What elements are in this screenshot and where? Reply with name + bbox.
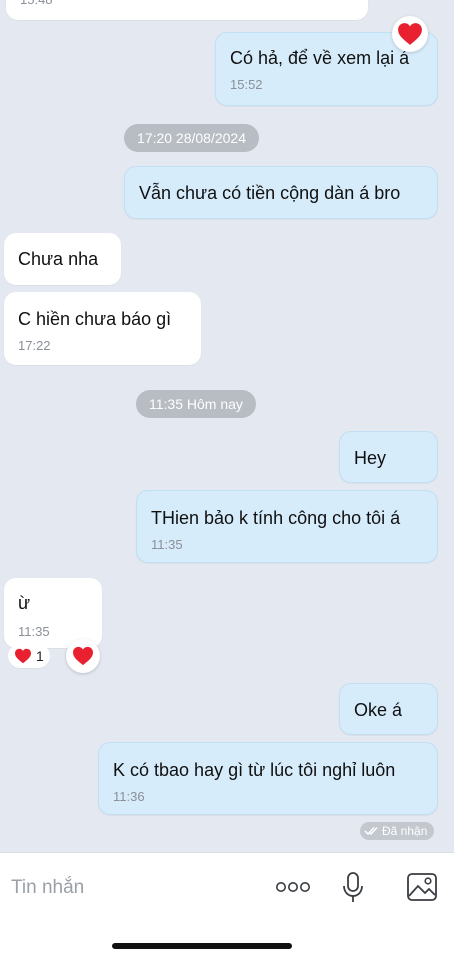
message-bubble-incoming[interactable]: ừ 11:35 xyxy=(4,578,102,648)
message-input[interactable]: Tin nhắn xyxy=(11,877,84,899)
chat-area[interactable]: 15:48 Có hả, để về xem lại á 15:52 17:20… xyxy=(0,0,454,852)
delivery-status-badge: Đã nhận xyxy=(360,822,435,840)
reaction-summary[interactable]: 1 xyxy=(8,644,50,668)
message-text: THien bảo k tính công cho tôi á xyxy=(151,508,401,528)
message-time: 11:35 xyxy=(18,624,50,639)
reaction-count: 1 xyxy=(36,648,44,664)
message-text: ừ xyxy=(18,593,31,613)
message-time: 11:36 xyxy=(113,789,145,804)
message-bubble-outgoing[interactable]: Vẫn chưa có tiền cộng dàn á bro xyxy=(124,166,438,219)
message-bubble-outgoing[interactable]: THien bảo k tính công cho tôi á 11:35 xyxy=(136,490,438,563)
message-text: C hiền chưa báo gì xyxy=(18,309,172,329)
heart-icon xyxy=(73,646,93,666)
message-text: Oke á xyxy=(354,700,403,720)
message-bubble-outgoing[interactable]: Oke á xyxy=(339,683,438,735)
message-bubble-outgoing[interactable]: Hey xyxy=(339,431,438,483)
message-time: 11:35 xyxy=(151,537,183,552)
double-check-icon xyxy=(364,826,378,836)
message-bubble-incoming[interactable]: C hiền chưa báo gì 17:22 xyxy=(4,292,201,365)
reaction-heart-button[interactable] xyxy=(66,639,100,673)
microphone-icon xyxy=(343,872,363,902)
message-bubble-incoming[interactable]: Chưa nha xyxy=(4,233,121,285)
reaction-heart-button[interactable] xyxy=(392,16,428,52)
home-indicator[interactable] xyxy=(112,943,292,949)
message-text: Chưa nha xyxy=(18,249,99,269)
more-icon xyxy=(276,882,310,892)
message-time: 17:22 xyxy=(18,338,51,353)
image-button[interactable] xyxy=(404,870,440,904)
image-icon xyxy=(407,873,437,901)
message-time: 15:48 xyxy=(20,0,53,8)
message-text: Hey xyxy=(354,448,387,468)
message-time: 15:52 xyxy=(230,77,263,92)
message-text: Có hả, để về xem lại á xyxy=(230,48,410,68)
heart-icon xyxy=(15,648,31,664)
more-button[interactable] xyxy=(274,875,312,899)
date-separator: 17:20 28/08/2024 xyxy=(124,124,259,152)
message-text: K có tbao hay gì từ lúc tôi nghỉ luôn xyxy=(113,760,396,780)
microphone-button[interactable] xyxy=(338,869,368,907)
message-bubble-outgoing[interactable]: K có tbao hay gì từ lúc tôi nghỉ luôn 11… xyxy=(98,742,438,815)
heart-icon xyxy=(398,23,422,45)
message-text: Vẫn chưa có tiền cộng dàn á bro xyxy=(139,183,401,203)
date-separator: 11:35 Hôm nay xyxy=(136,390,256,418)
message-bubble-incoming[interactable]: 15:48 xyxy=(6,0,368,20)
delivery-status-text: Đã nhận xyxy=(382,824,428,838)
